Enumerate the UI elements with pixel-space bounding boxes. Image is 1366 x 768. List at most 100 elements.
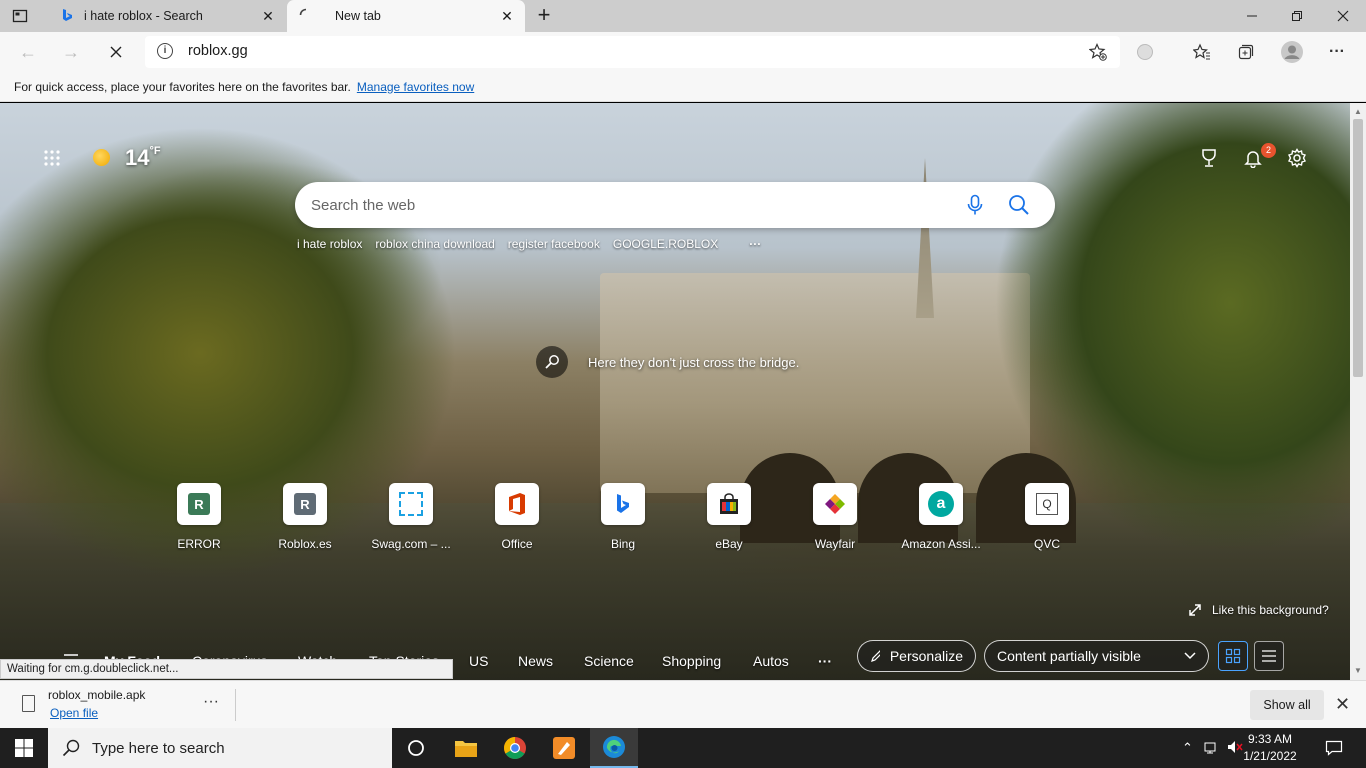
tab-close-icon[interactable]: ✕ xyxy=(260,8,276,24)
edge-icon xyxy=(603,736,625,758)
scroll-down-arrow[interactable]: ▼ xyxy=(1353,666,1363,675)
system-clock[interactable]: 9:33 AM 1/21/2022 xyxy=(1224,731,1316,765)
download-filename[interactable]: roblox_mobile.apk xyxy=(48,688,145,702)
clock-date: 1/21/2022 xyxy=(1243,749,1297,763)
list-icon xyxy=(1262,650,1276,662)
taskbar-search-box[interactable]: Type here to search xyxy=(48,728,392,768)
taskbar-search-input[interactable]: Type here to search xyxy=(92,740,225,757)
profile-avatar[interactable] xyxy=(1278,38,1306,66)
task-view-button[interactable] xyxy=(392,728,440,768)
weather-sun-icon[interactable] xyxy=(93,149,110,166)
weather-temperature[interactable]: 14°F xyxy=(125,145,161,171)
suggestion-item[interactable]: register facebook xyxy=(508,237,600,251)
extension-icon[interactable] xyxy=(1131,38,1159,66)
quick-link-error[interactable]: R ERROR xyxy=(154,483,244,551)
close-window-button[interactable] xyxy=(1320,0,1366,32)
suggestions-more-icon[interactable]: ··· xyxy=(749,237,761,251)
search-icon[interactable] xyxy=(1008,194,1030,219)
web-search-box[interactable]: Search the web xyxy=(295,182,1055,228)
edge-app[interactable] xyxy=(590,728,638,768)
app-launcher-icon[interactable] xyxy=(42,148,62,168)
quick-link-wayfair[interactable]: Wayfair xyxy=(790,483,880,551)
weather-unit: °F xyxy=(149,145,161,157)
quick-link-amazon-assistant[interactable]: a Amazon Assi... xyxy=(896,483,986,551)
bing-icon xyxy=(60,8,74,25)
minimize-button[interactable] xyxy=(1229,0,1275,32)
search-icon xyxy=(62,739,80,757)
address-url[interactable]: roblox.gg xyxy=(188,43,248,59)
feed-tab-us[interactable]: US xyxy=(469,653,488,669)
personalize-button[interactable]: Personalize xyxy=(857,640,976,672)
notification-center-icon[interactable] xyxy=(1325,740,1343,759)
favorites-bar: For quick access, place your favorites h… xyxy=(0,72,1366,102)
open-file-link[interactable]: Open file xyxy=(50,706,98,720)
tile-label: ERROR xyxy=(177,537,221,551)
office-icon xyxy=(509,493,525,515)
tab-actions-icon[interactable] xyxy=(12,8,28,24)
personalize-label: Personalize xyxy=(889,648,963,664)
content-visibility-label: Content partially visible xyxy=(997,648,1141,664)
show-all-button[interactable]: Show all xyxy=(1250,690,1324,720)
feed-tab-autos[interactable]: Autos xyxy=(753,653,789,669)
start-button[interactable] xyxy=(0,728,48,768)
network-icon[interactable] xyxy=(1204,740,1220,757)
address-bar[interactable]: i roblox.gg xyxy=(145,36,1120,68)
site-letter-icon: R xyxy=(188,493,210,515)
content-visibility-dropdown[interactable]: Content partially visible xyxy=(984,640,1209,672)
settings-more-icon[interactable]: ··· xyxy=(1323,38,1351,66)
toolbar: ← → i roblox.gg ··· xyxy=(0,32,1366,72)
scroll-up-arrow[interactable]: ▲ xyxy=(1353,107,1363,116)
search-image-icon[interactable] xyxy=(536,346,568,378)
feed-more-icon[interactable]: ··· xyxy=(818,653,832,669)
microphone-icon[interactable] xyxy=(965,194,985,219)
scroll-thumb[interactable] xyxy=(1353,119,1363,377)
stop-loading-button[interactable] xyxy=(102,38,130,66)
feed-tab-science[interactable]: Science xyxy=(584,653,634,669)
suggestion-item[interactable]: GOOGLE.ROBLOX xyxy=(613,237,718,251)
page-settings-gear-icon[interactable] xyxy=(1286,147,1308,169)
tab-new-tab[interactable]: New tab ✕ xyxy=(287,0,525,32)
like-background[interactable]: Like this background? xyxy=(1188,603,1329,617)
list-view-button[interactable] xyxy=(1254,641,1284,671)
tab-close-icon[interactable]: ✕ xyxy=(499,8,515,24)
quick-link-ebay[interactable]: eBay xyxy=(684,483,774,551)
tab-search[interactable]: i hate roblox - Search ✕ xyxy=(48,0,286,32)
show-hidden-icons[interactable]: ⌃ xyxy=(1182,740,1193,756)
wayfair-icon xyxy=(825,494,845,514)
rewards-icon[interactable] xyxy=(1198,147,1220,169)
feed-tab-news[interactable]: News xyxy=(518,653,553,669)
site-letter-icon: R xyxy=(294,493,316,515)
download-more-icon[interactable]: ··· xyxy=(203,693,219,711)
paint-app[interactable] xyxy=(540,728,588,768)
collections-icon[interactable] xyxy=(1232,38,1260,66)
restore-button[interactable] xyxy=(1274,0,1320,32)
quick-link-swag[interactable]: Swag.com – ... xyxy=(366,483,456,551)
favorites-icon[interactable] xyxy=(1188,38,1216,66)
search-input[interactable]: Search the web xyxy=(311,197,415,214)
quick-link-roblox-es[interactable]: R Roblox.es xyxy=(260,483,350,551)
suggestion-item[interactable]: i hate roblox xyxy=(297,237,362,251)
tile-label: Amazon Assi... xyxy=(901,537,981,551)
chrome-app[interactable] xyxy=(491,728,539,768)
close-download-bar-icon[interactable]: ✕ xyxy=(1335,694,1350,715)
add-favorite-icon[interactable] xyxy=(1088,43,1107,64)
file-explorer-app[interactable] xyxy=(442,728,490,768)
like-background-text[interactable]: Like this background? xyxy=(1212,603,1329,617)
new-tab-button[interactable]: + xyxy=(534,4,554,26)
vertical-scrollbar[interactable]: ▲ ▼ xyxy=(1350,103,1366,680)
expand-icon xyxy=(1189,604,1201,616)
feed-tab-shopping[interactable]: Shopping xyxy=(662,653,721,669)
forward-button[interactable]: → xyxy=(57,38,85,66)
grid-view-button[interactable] xyxy=(1218,641,1248,671)
site-info-icon[interactable]: i xyxy=(157,43,173,59)
manage-favorites-link[interactable]: Manage favorites now xyxy=(357,80,474,94)
quick-link-bing[interactable]: Bing xyxy=(578,483,668,551)
suggestion-item[interactable]: roblox china download xyxy=(375,237,494,251)
quick-link-qvc[interactable]: Q QVC xyxy=(1002,483,1092,551)
caption-text[interactable]: Here they don't just cross the bridge. xyxy=(588,355,799,370)
background-caption[interactable]: Here they don't just cross the bridge. xyxy=(536,346,799,378)
tab-title: New tab xyxy=(335,9,381,23)
quick-link-office[interactable]: Office xyxy=(472,483,562,551)
back-button[interactable]: ← xyxy=(14,38,42,66)
tile-label: Office xyxy=(501,537,533,551)
